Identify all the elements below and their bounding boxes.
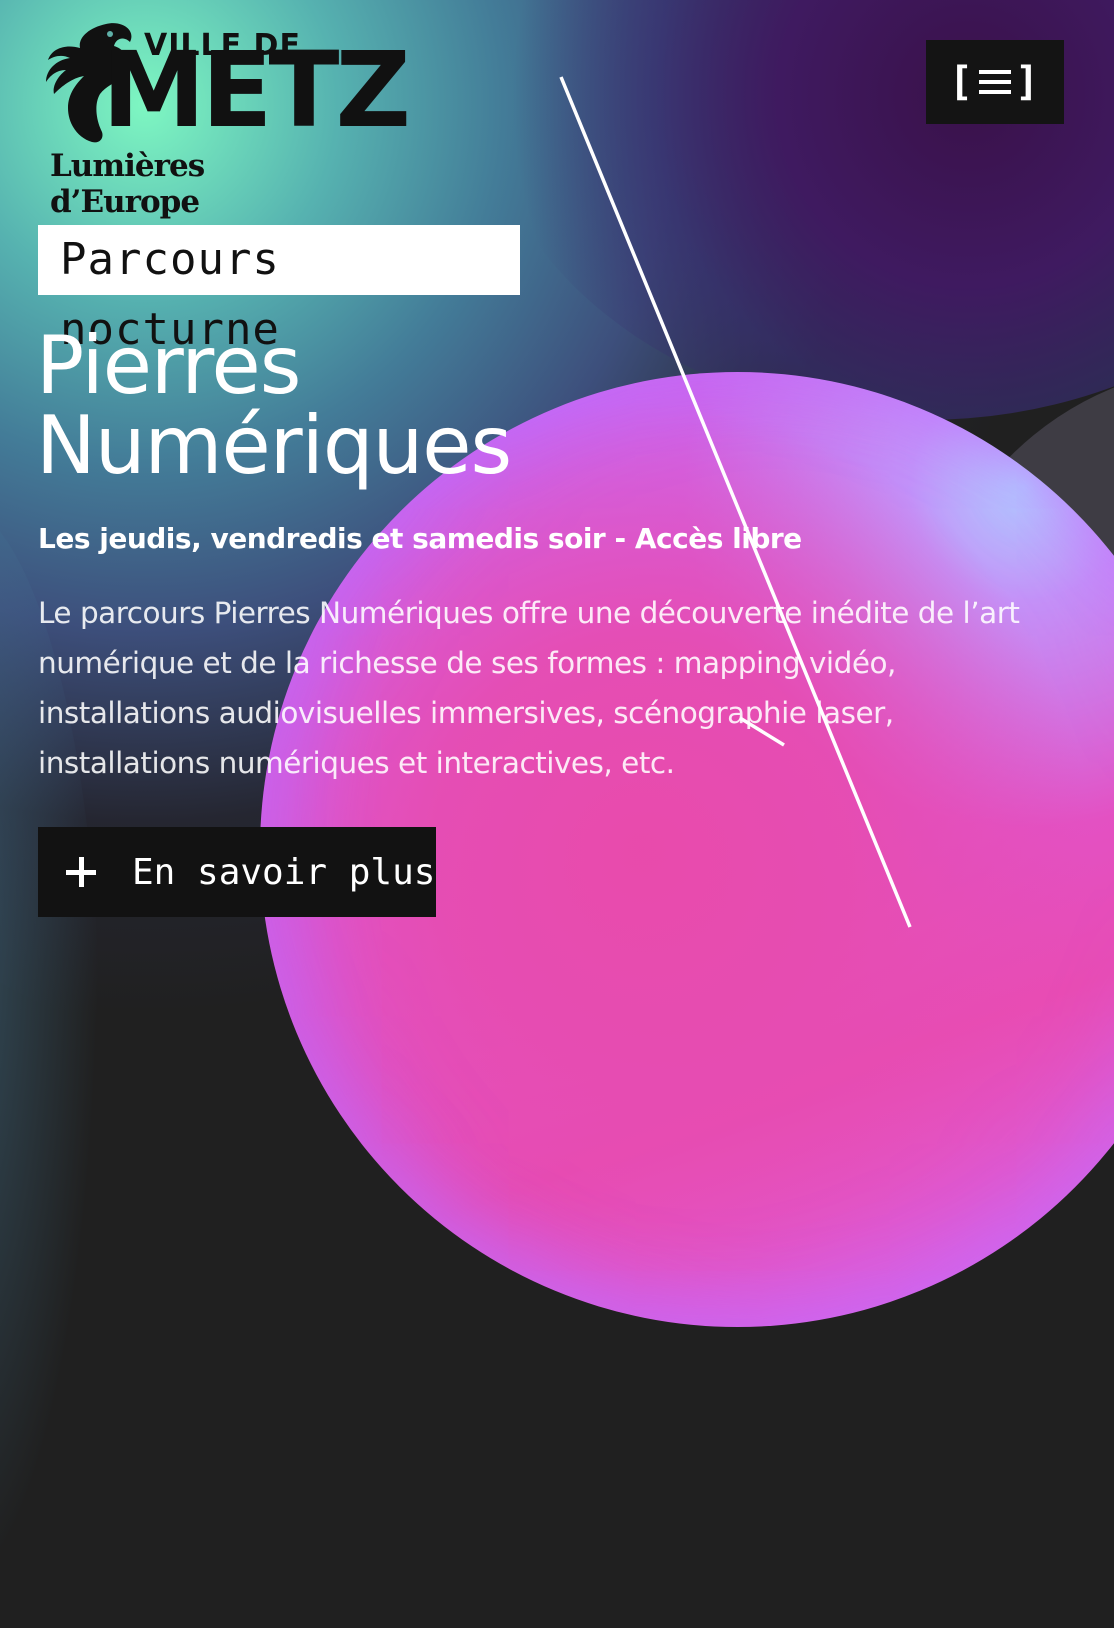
logo-tagline: Lumières d’Europe [50, 148, 205, 220]
title-line-2: Numériques [36, 399, 512, 492]
ville-de-metz-logo[interactable]: VILLE DE METZ Lumières d’Europe [44, 18, 411, 220]
page-title: Pierres Numériques [36, 326, 736, 486]
menu-button[interactable]: [ ] [926, 40, 1064, 124]
learn-more-button[interactable]: En savoir plus [38, 827, 436, 917]
logo-metz: METZ [102, 29, 411, 151]
learn-more-label: En savoir plus [132, 851, 436, 893]
menu-close-bracket: ] [1015, 59, 1042, 105]
plus-icon [66, 857, 96, 887]
category-tag: Parcours nocturne [38, 225, 520, 355]
description-text: Le parcours Pierres Numériques offre une… [38, 596, 1020, 780]
schedule-subtitle: Les jeudis, vendredis et samedis soir - … [38, 522, 802, 555]
hamburger-icon [979, 69, 1011, 95]
menu-open-bracket: [ [948, 59, 975, 105]
